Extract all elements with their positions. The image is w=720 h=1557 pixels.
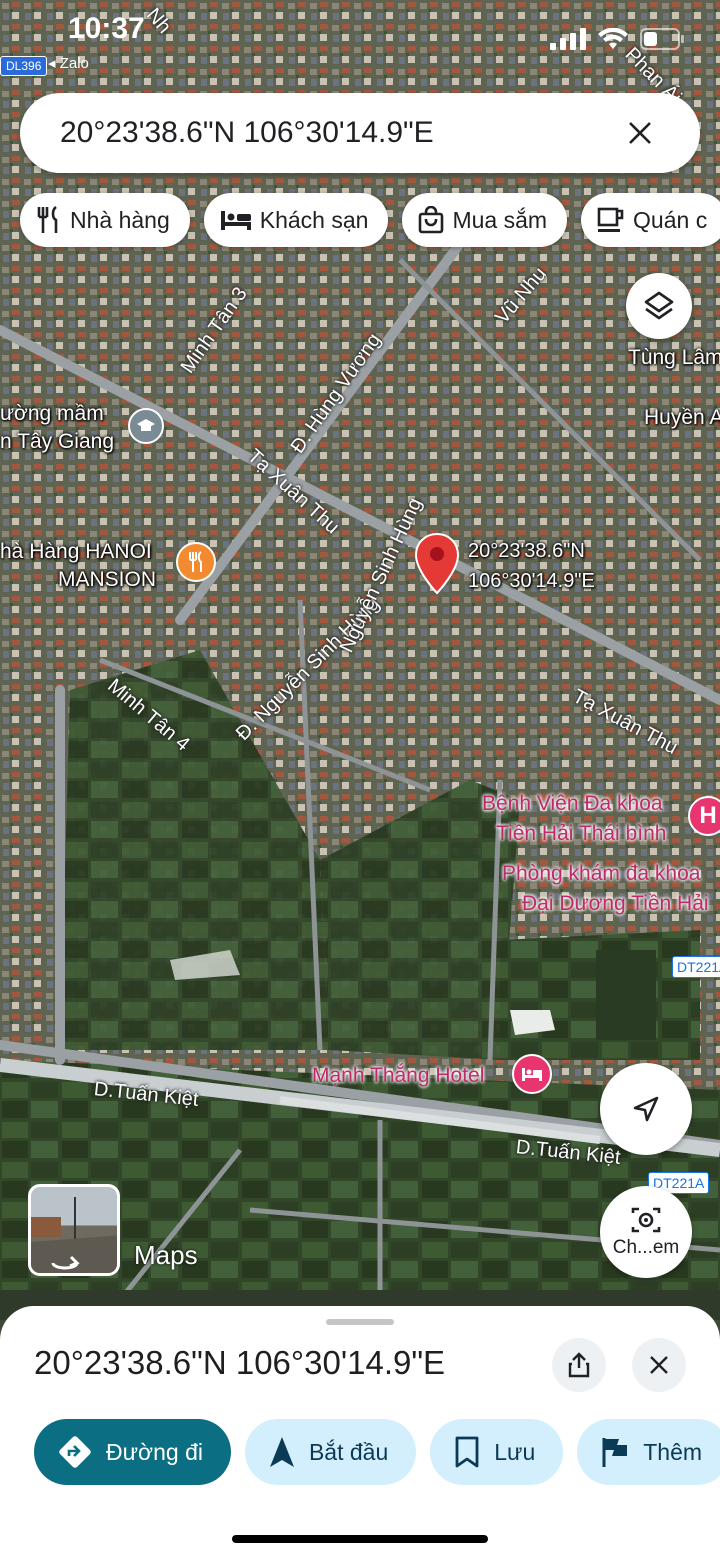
school-label-line2[interactable]: n Tây Giang	[0, 430, 114, 454]
flag-icon	[602, 1438, 628, 1467]
save-button[interactable]: Lưu	[430, 1419, 564, 1485]
chip-label: Khách sạn	[259, 206, 369, 233]
layers-button[interactable]	[626, 273, 692, 339]
back-to-app[interactable]: ◂ Zalo	[48, 54, 89, 72]
action-row: Đường đi Bắt đầu Lưu Thêm	[34, 1419, 720, 1485]
close-sheet-button[interactable]	[632, 1338, 686, 1392]
action-label: Thêm	[643, 1438, 703, 1465]
chip-restaurants[interactable]: Nhà hàng	[20, 193, 190, 247]
status-icons	[550, 28, 686, 50]
pin-label-line2: 106°30'14.9"E	[468, 570, 595, 592]
action-label: Bắt đầu	[308, 1438, 389, 1465]
chip-cafe[interactable]: Quán c	[581, 193, 720, 247]
lens-button[interactable]: Ch...em	[600, 1186, 692, 1278]
directions-button[interactable]: Đường đi	[34, 1419, 231, 1485]
clear-search-button[interactable]	[620, 113, 660, 153]
place-label[interactable]: Huyền A	[644, 406, 720, 430]
action-label: Đường đi	[106, 1438, 203, 1465]
school-label-line1[interactable]: ường mầm	[0, 402, 104, 426]
bookmark-icon	[455, 1436, 479, 1468]
restaurant-label-line1[interactable]: hà Hàng HANOI	[0, 540, 152, 564]
sheet-grabber[interactable]	[326, 1319, 394, 1325]
hospital-label-line2[interactable]: Tiền Hải Thái bình	[496, 822, 666, 846]
place-label[interactable]: Tùng Lâm	[628, 346, 720, 370]
close-icon	[629, 122, 651, 144]
road-badge: DL396	[0, 56, 48, 76]
hospital-icon[interactable]: H	[688, 796, 720, 836]
lens-label: Ch...em	[612, 1237, 680, 1258]
layers-icon	[644, 291, 674, 320]
action-label: Lưu	[494, 1438, 536, 1465]
clinic-label-line1[interactable]: Phòng khám đa khoa	[502, 862, 700, 886]
status-bar: 10:37 ◂ Zalo DL396	[0, 0, 720, 76]
cafe-icon	[597, 207, 624, 232]
camera-lens-icon	[631, 1207, 661, 1233]
hotel-icon[interactable]	[512, 1054, 552, 1094]
share-icon	[568, 1352, 590, 1378]
shopping-icon	[419, 206, 444, 234]
search-bar[interactable]: 20°23'38.6"N 106°30'14.9"E	[20, 93, 700, 173]
navigation-arrow-icon	[269, 1437, 294, 1467]
restaurant-label-line2[interactable]: MANSION	[58, 568, 156, 592]
directions-icon	[59, 1436, 91, 1468]
school-icon[interactable]	[128, 408, 164, 444]
start-button[interactable]: Bắt đầu	[244, 1419, 417, 1485]
my-location-button[interactable]	[600, 1063, 692, 1155]
road-badge: DT221A	[672, 956, 720, 978]
hotel-label[interactable]: Mạnh Thắng Hotel	[312, 1064, 484, 1088]
restaurant-icon	[37, 206, 58, 233]
place-bottom-sheet[interactable]: 20°23'38.6"N 106°30'14.9"E Đường đi Bắt …	[0, 1306, 720, 1557]
chip-shopping[interactable]: Mua sắm	[402, 193, 568, 247]
hotel-icon	[220, 211, 251, 230]
battery-icon	[640, 28, 684, 50]
chip-label: Nhà hàng	[70, 206, 170, 233]
more-button[interactable]: Thêm	[577, 1419, 720, 1485]
street-view-image	[31, 1197, 117, 1273]
status-time: 10:37	[68, 12, 145, 45]
chip-label: Mua sắm	[452, 206, 548, 233]
navigation-arrow-icon	[633, 1096, 659, 1122]
location-pin-icon[interactable]	[414, 532, 460, 601]
pin-label-line1: 20°23'38.6"N	[468, 540, 585, 562]
signal-icon	[550, 28, 586, 50]
restaurant-pin-icon[interactable]	[176, 542, 216, 582]
street-view-thumbnail[interactable]	[28, 1184, 120, 1276]
maps-logo: Maps	[134, 1240, 198, 1270]
category-chips: Nhà hàng Khách sạn Mua sắm Quán c	[20, 193, 720, 247]
place-title: 20°23'38.6"N 106°30'14.9"E	[34, 1344, 446, 1381]
home-indicator[interactable]	[232, 1535, 488, 1543]
close-icon	[650, 1356, 668, 1374]
hospital-label-line1[interactable]: Bệnh Viện Đa khoa	[482, 792, 663, 816]
wifi-icon	[598, 28, 628, 49]
share-button[interactable]	[552, 1338, 606, 1392]
chip-hotels[interactable]: Khách sạn	[203, 193, 389, 247]
search-input[interactable]: 20°23'38.6"N 106°30'14.9"E	[60, 116, 620, 150]
chip-label: Quán c	[633, 206, 708, 233]
clinic-label-line2[interactable]: Đại Dương Tiền Hải	[522, 892, 709, 916]
